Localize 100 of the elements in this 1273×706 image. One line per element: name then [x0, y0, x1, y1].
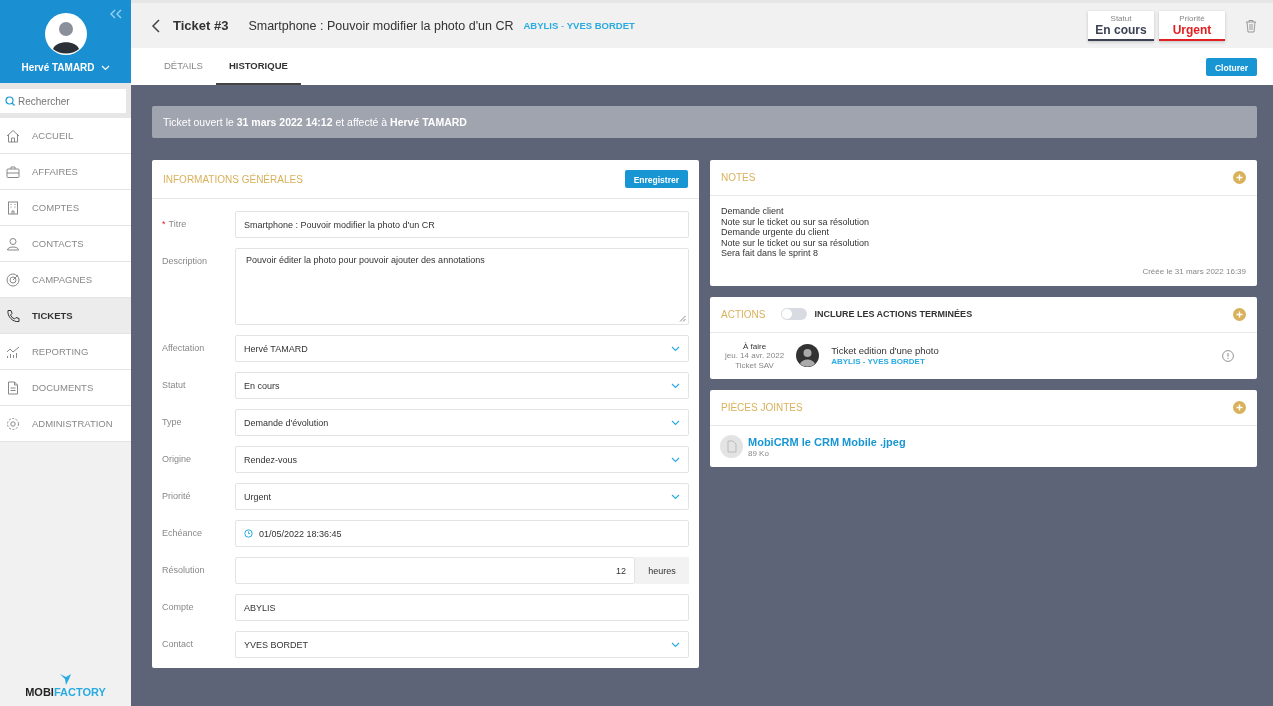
nav-item[interactable]: AFFAIRES — [0, 154, 131, 190]
search-icon — [5, 96, 15, 106]
logo-text: MOBIFACTORY — [25, 686, 106, 698]
person-icon — [6, 236, 20, 251]
search-field[interactable]: Rechercher — [0, 89, 126, 113]
add-icon[interactable] — [1233, 401, 1246, 414]
avatar-icon — [44, 13, 87, 55]
card-title: ACTIONS — [721, 308, 766, 320]
card-title: INFORMATIONS GÉNÉRALES — [163, 173, 303, 185]
clock-icon — [244, 529, 253, 538]
chevron-down-icon — [671, 345, 680, 352]
status-badge[interactable]: Statut En cours — [1088, 10, 1154, 41]
field-label: Echéance — [162, 527, 203, 540]
trash-icon[interactable] — [1245, 18, 1257, 33]
briefcase-icon — [6, 164, 20, 179]
nav-item[interactable]: CONTACTS — [0, 226, 131, 262]
field-label: Titre — [168, 218, 187, 231]
ticket-number: Ticket #3 — [173, 18, 229, 33]
required-mark: * — [162, 218, 166, 231]
badge-label: Priorité — [1179, 13, 1205, 23]
contact-link[interactable]: YVES BORDET — [566, 20, 635, 31]
badge-value: Urgent — [1172, 22, 1212, 37]
banner-text: Ticket ouvert le 31 mars 2022 14:12 et affecté à Hervé TAMARD — [163, 116, 467, 128]
note-line: Note sur le ticket ou sur sa résolution — [721, 216, 871, 227]
select-field[interactable]: YVES BORDET — [235, 631, 689, 658]
field-label: Compte — [162, 601, 194, 614]
separator: - — [861, 357, 867, 367]
note-line: Sera fait dans le sprint 8 — [721, 248, 820, 259]
status-badge[interactable]: Priorité Urgent — [1159, 10, 1225, 41]
field-label: Type — [162, 416, 182, 429]
toggle-label: INCLURE LES ACTIONS TERMINÉES — [814, 309, 973, 319]
chevron-down-icon — [671, 641, 680, 648]
date-field[interactable]: 01/05/2022 18:36:45 — [235, 520, 689, 547]
description-field[interactable]: Pouvoir éditer la photo pour pouvoir ajouter des annotations — [235, 248, 689, 325]
nav-item[interactable]: DOCUMENTS — [0, 370, 131, 406]
field-label: Résolution — [162, 564, 205, 577]
document-icon — [6, 380, 20, 395]
card-title: PIÈCES JOINTES — [721, 402, 803, 413]
note-line: Demande urgente du client — [721, 227, 831, 238]
select-field[interactable]: Demande d'évolution — [235, 409, 689, 436]
action-title: Ticket edition d'une photo — [831, 345, 939, 357]
close-ticket-button[interactable]: Cloturer — [1205, 57, 1257, 76]
file-size: 89 Ko — [748, 448, 770, 458]
field-label: Contact — [162, 638, 194, 651]
user-menu[interactable]: Hervé TAMARD — [21, 62, 110, 73]
select-field[interactable]: Hervé TAMARD — [235, 335, 689, 362]
toggle-switch[interactable] — [781, 308, 808, 320]
back-icon[interactable] — [151, 18, 161, 33]
badge-label: Statut — [1110, 13, 1132, 23]
field-label: Affectation — [162, 342, 205, 355]
tab[interactable]: DÉTAILS — [151, 48, 216, 85]
company-link[interactable]: ABYLIS — [831, 357, 861, 367]
field-label: Origine — [162, 453, 191, 466]
add-icon[interactable] — [1233, 307, 1246, 321]
select-field[interactable]: Rendez-vous — [235, 446, 689, 473]
add-icon[interactable] — [1233, 171, 1246, 184]
save-button[interactable]: Enregistrer — [624, 170, 688, 188]
home-icon — [6, 128, 20, 143]
info-icon[interactable] — [1222, 349, 1234, 362]
nav-item[interactable]: CAMPAGNES — [0, 262, 131, 298]
gear-icon — [6, 416, 20, 431]
nav-item[interactable]: ADMINISTRATION — [0, 406, 131, 442]
badge-value: En cours — [1095, 22, 1147, 37]
chevron-down-icon — [671, 382, 680, 389]
created-date: Créée le 31 mars 2022 16:39 — [1141, 266, 1246, 276]
unit-label: heures — [635, 557, 689, 584]
note-line: Note sur le ticket ou sur sa résolution — [721, 237, 871, 248]
field-label: Statut — [162, 379, 186, 392]
resize-grip-icon[interactable] — [679, 315, 686, 322]
chevron-down-icon — [100, 64, 110, 71]
nav-item[interactable]: TICKETS — [0, 298, 131, 334]
select-field[interactable]: Urgent — [235, 483, 689, 510]
chart-icon — [6, 344, 20, 359]
card-title: NOTES — [721, 172, 756, 183]
text-field[interactable]: Smartphone : Pouvoir modifier la photo d'un CR — [235, 211, 689, 238]
action-date: jeu. 14 avr. 2022 — [725, 351, 785, 361]
contact-link[interactable]: YVES BORDET — [867, 357, 925, 367]
action-type: Ticket SAV — [735, 360, 774, 370]
ticket-title: Smartphone : Pouvoir modifier la photo d'un CR — [248, 18, 514, 33]
collapse-icon[interactable] — [110, 9, 122, 19]
note-line: Demande client — [721, 206, 785, 217]
chevron-down-icon — [671, 456, 680, 463]
number-field[interactable]: 12 — [235, 557, 635, 584]
phone-icon — [6, 308, 20, 323]
select-field[interactable]: En cours — [235, 372, 689, 399]
separator: - — [559, 20, 566, 31]
file-link[interactable]: MobiCRM le CRM Mobile .jpeg — [748, 435, 906, 448]
nav-item[interactable]: ACCUEIL — [0, 118, 131, 154]
field-label: Description — [162, 255, 208, 268]
building-icon — [6, 200, 20, 215]
target-icon — [6, 272, 20, 287]
chevron-down-icon — [671, 419, 680, 426]
chevron-down-icon — [671, 493, 680, 500]
company-link[interactable]: ABYLIS — [523, 20, 559, 31]
action-status: À faire — [743, 341, 767, 351]
nav-item[interactable]: COMPTES — [0, 190, 131, 226]
file-icon — [720, 435, 743, 458]
field-label: Priorité — [162, 490, 191, 503]
nav-item[interactable]: REPORTING — [0, 334, 131, 370]
text-field[interactable]: ABYLIS — [235, 594, 689, 621]
